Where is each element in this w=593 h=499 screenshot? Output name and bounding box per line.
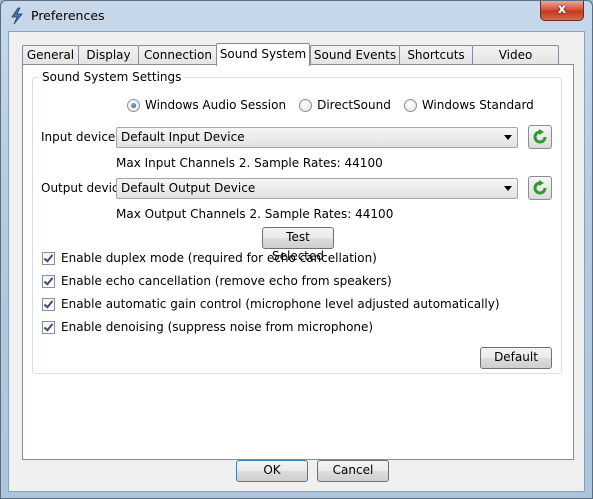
test-selected-button[interactable]: Test Selected [262, 227, 334, 263]
refresh-input-devices-button[interactable] [528, 125, 552, 149]
cancel-button[interactable]: Cancel [317, 460, 389, 482]
option-automatic-gain-control[interactable]: Enable automatic gain control (microphon… [42, 297, 500, 311]
sound-system-radio-group: Windows Audio Session DirectSound Window… [127, 98, 547, 112]
preferences-window: Preferences x General Display Connection… [0, 0, 593, 499]
close-icon: x [557, 2, 567, 17]
radio-label: DirectSound [317, 98, 391, 112]
checkbox-checked[interactable] [42, 320, 55, 334]
tab-general[interactable]: General [22, 45, 79, 65]
radio-label: Windows Standard [421, 98, 534, 112]
checkbox-checked[interactable] [42, 274, 55, 288]
sound-system-panel: Sound System Settings Windows Audio Sess… [22, 64, 574, 460]
output-device-value: Default Output Device [121, 181, 256, 195]
radio-directsound[interactable]: DirectSound [299, 98, 391, 112]
option-label: Enable duplex mode (required for echo ca… [61, 251, 377, 265]
tab-video-capture[interactable]: Video Capture [472, 45, 559, 81]
tab-sound-system[interactable]: Sound System [216, 43, 310, 66]
option-denoising[interactable]: Enable denoising (suppress noise from mi… [42, 320, 373, 334]
output-device-label: Output device [41, 181, 126, 195]
refresh-icon [533, 180, 547, 195]
radio-button-selected[interactable] [127, 98, 140, 112]
output-device-select[interactable]: Default Output Device [116, 178, 518, 199]
input-device-info: Max Input Channels 2. Sample Rates: 4410… [116, 156, 383, 170]
chevron-down-icon [504, 186, 512, 191]
output-device-info: Max Output Channels 2. Sample Rates: 441… [116, 207, 394, 221]
option-echo-cancellation[interactable]: Enable echo cancellation (remove echo fr… [42, 274, 392, 288]
input-device-select[interactable]: Default Input Device [116, 127, 518, 148]
checkbox-checked[interactable] [42, 251, 55, 265]
radio-windows-standard[interactable]: Windows Standard [403, 98, 534, 112]
tab-display[interactable]: Display [78, 45, 139, 65]
refresh-icon [533, 129, 547, 144]
checkbox-checked[interactable] [42, 297, 55, 311]
close-button[interactable]: x [540, 1, 584, 21]
refresh-output-devices-button[interactable] [528, 176, 552, 200]
default-button[interactable]: Default [480, 347, 552, 369]
group-title: Sound System Settings [39, 70, 185, 84]
chevron-down-icon [504, 135, 512, 140]
radio-button[interactable] [403, 98, 417, 112]
ok-button[interactable]: OK [236, 460, 308, 482]
tab-shortcuts[interactable]: Shortcuts [399, 45, 473, 65]
input-device-value: Default Input Device [121, 130, 245, 144]
option-label: Enable denoising (suppress noise from mi… [61, 320, 374, 334]
app-logo-icon [11, 7, 23, 25]
title-bar[interactable]: Preferences x [1, 1, 592, 31]
sound-system-group: Sound System Settings Windows Audio Sess… [32, 70, 562, 374]
tab-sound-events[interactable]: Sound Events [310, 45, 400, 65]
tab-connection[interactable]: Connection [138, 45, 218, 65]
radio-windows-audio-session[interactable]: Windows Audio Session [127, 98, 286, 112]
radio-label: Windows Audio Session [145, 98, 287, 112]
option-label: Enable echo cancellation (remove echo fr… [61, 274, 392, 288]
option-duplex-mode[interactable]: Enable duplex mode (required for echo ca… [42, 251, 377, 265]
input-device-label: Input device [41, 130, 116, 144]
window-title: Preferences [31, 8, 105, 23]
radio-button[interactable] [299, 98, 313, 112]
option-label: Enable automatic gain control (microphon… [61, 297, 500, 311]
dialog-body: General Display Connection Sound System … [8, 31, 585, 492]
